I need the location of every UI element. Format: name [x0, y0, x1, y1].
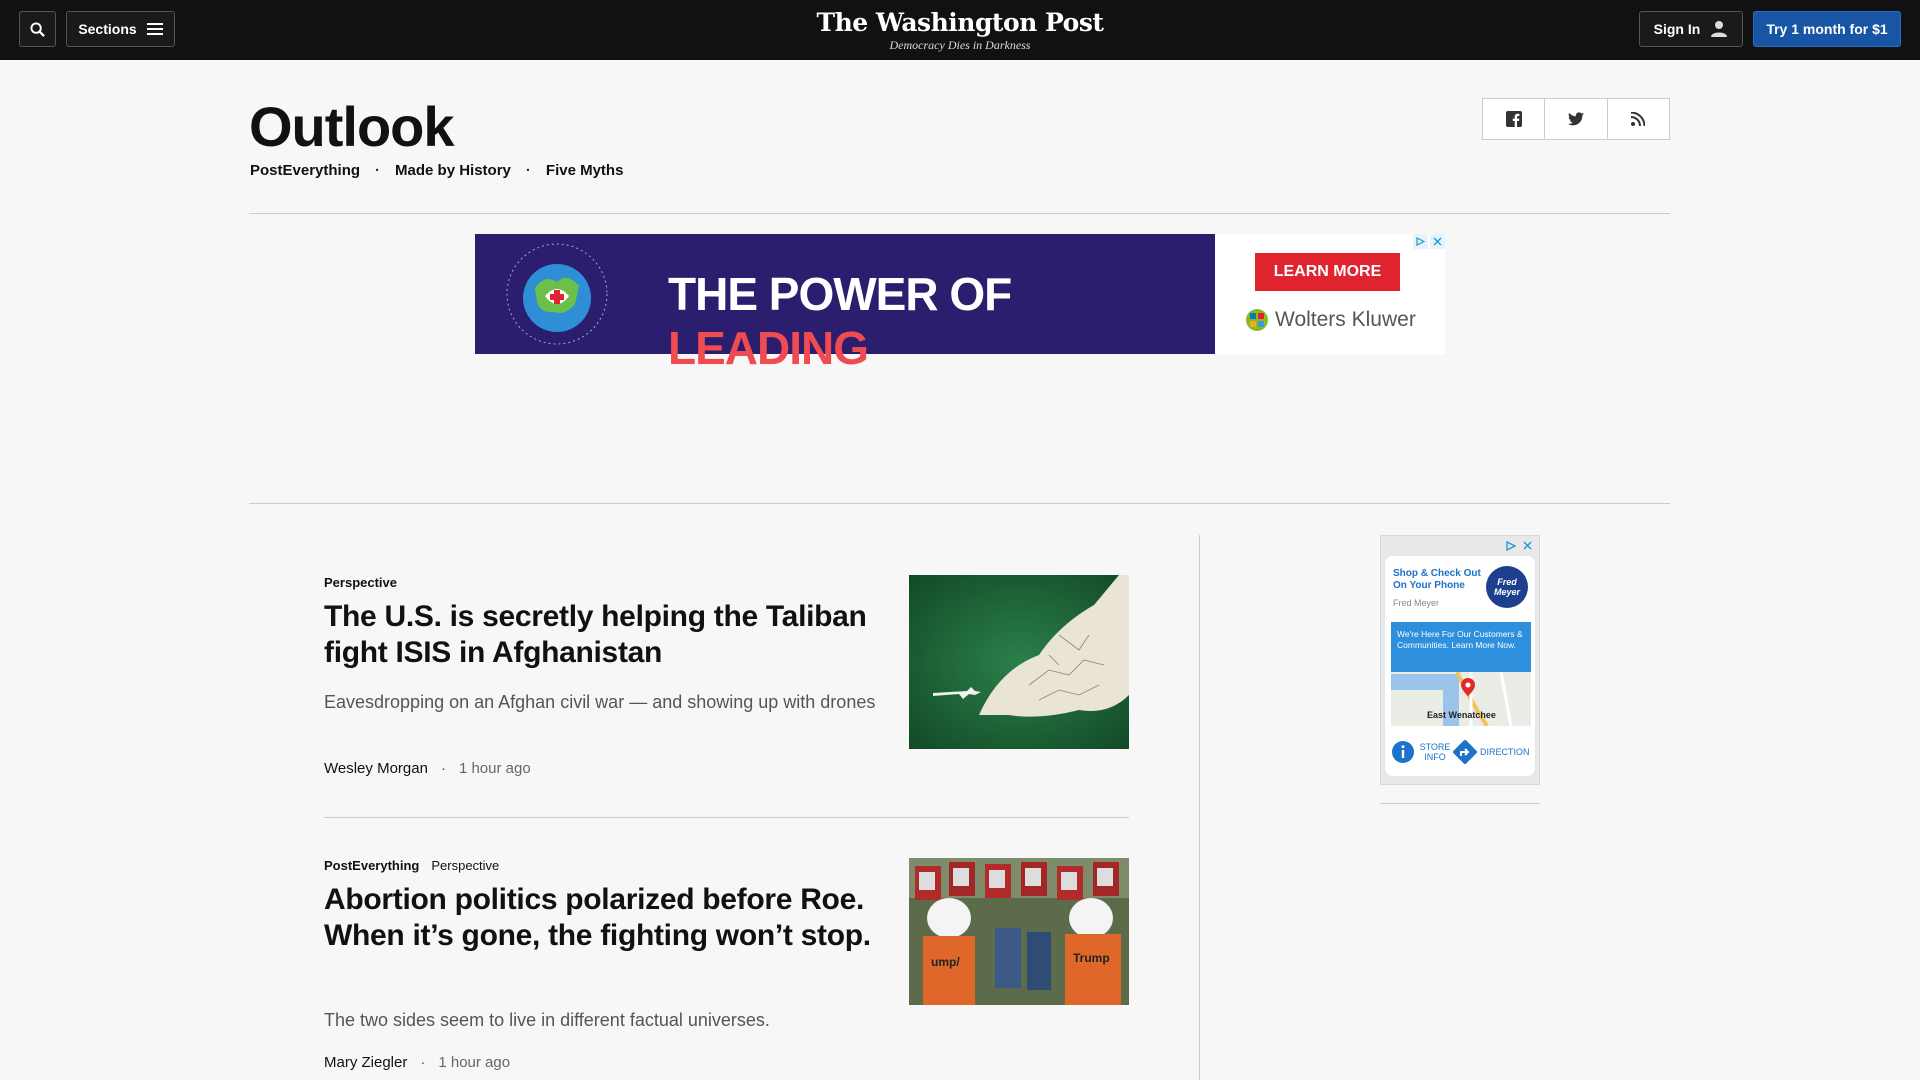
sign-in-button[interactable]: Sign In: [1639, 11, 1743, 47]
outlook-subnav: PostEverything · Made by History · Five …: [250, 162, 623, 179]
article-thumbnail[interactable]: [909, 575, 1129, 749]
top-navigation-bar: Sections The Washington Post Democracy D…: [0, 0, 1920, 60]
washington-post-logo[interactable]: The Washington Post: [760, 8, 1160, 38]
side-ad-advertiser: Fred Meyer: [1393, 598, 1440, 608]
subnav-separator: ·: [375, 162, 381, 179]
side-ad-actions: STORE INFO DIRECTIONS: [1391, 740, 1535, 764]
fred-meyer-logo: Fred Meyer: [1486, 566, 1528, 608]
ad-headline: THE POWER OF LEADING: [668, 268, 1012, 374]
share-buttons: [1482, 98, 1670, 140]
article-divider: [324, 817, 1129, 818]
side-ad-message: We're Here For Our Customers & Communiti…: [1391, 622, 1531, 672]
ad-advertiser: Wolters Kluwer: [1245, 308, 1416, 332]
kicker-label[interactable]: PostEverything: [324, 858, 419, 873]
facebook-icon: [1505, 111, 1522, 127]
masthead[interactable]: The Washington Post Democracy Dies in Da…: [760, 8, 1160, 52]
article-dek: The two sides seem to live in different …: [324, 1010, 770, 1030]
article-thumbnail[interactable]: ump/ Trump: [909, 858, 1129, 1005]
ad-brand-panel: LEARN MORE Wolters Kluwer: [1215, 234, 1445, 354]
masthead-tagline: Democracy Dies in Darkness: [889, 38, 1031, 52]
user-icon: [1711, 21, 1728, 37]
article-kicker: PostEverything Perspective: [324, 858, 499, 873]
author-name[interactable]: Mary Ziegler: [324, 1054, 407, 1071]
sidebar-advertisement[interactable]: Shop & Check Out On Your Phone Fred Meye…: [1380, 535, 1540, 785]
store-map[interactable]: We're Here For Our Customers & Communiti…: [1391, 622, 1531, 726]
search-button[interactable]: [19, 11, 56, 47]
subnav-item-five-myths[interactable]: Five Myths: [546, 162, 624, 179]
article-headline[interactable]: The U.S. is secretly helping the Taliban…: [324, 599, 884, 671]
map-place-name: East Wenatchee: [1427, 710, 1496, 720]
store-ad-card[interactable]: Shop & Check Out On Your Phone Fred Meye…: [1385, 556, 1535, 776]
twitter-icon: [1567, 112, 1584, 126]
subscribe-button[interactable]: Try 1 month for $1: [1753, 11, 1901, 47]
article-byline: Wesley Morgan · 1 hour ago: [324, 760, 531, 777]
afghanistan-map-drone-image: [909, 575, 1129, 749]
directions-link[interactable]: DIRECTIONS: [1480, 747, 1530, 757]
article-kicker: Perspective: [324, 575, 397, 590]
article-headline[interactable]: Abortion politics polarized before Roe. …: [324, 882, 884, 954]
search-icon: [30, 21, 45, 37]
sidebar-divider: [1380, 803, 1540, 804]
hamburger-menu-icon: [146, 23, 163, 35]
article-dek: Eavesdropping on an Afghan civil war — a…: [324, 692, 876, 712]
protest-photo-image: ump/ Trump: [909, 858, 1129, 1005]
subnav-separator: ·: [525, 162, 531, 179]
sections-menu-button[interactable]: Sections: [66, 11, 175, 47]
page-title: Outlook: [249, 95, 455, 158]
twitter-button[interactable]: [1545, 99, 1608, 139]
header-divider: [249, 213, 1670, 214]
article-card[interactable]: PostEverything Perspective Abortion poli…: [324, 858, 1129, 1080]
column-divider: [1199, 535, 1200, 1080]
sign-in-label: Sign In: [1653, 21, 1701, 37]
ad-brand-name: Wolters Kluwer: [1275, 308, 1416, 331]
facebook-button[interactable]: [1483, 99, 1546, 139]
kicker-label[interactable]: Perspective: [431, 858, 499, 873]
directions-icon[interactable]: [1453, 740, 1477, 764]
timestamp: 1 hour ago: [438, 1054, 511, 1071]
adchoices-icon[interactable]: [1503, 538, 1518, 553]
kicker-label[interactable]: Perspective: [324, 575, 397, 590]
close-ad-icon[interactable]: [1430, 234, 1445, 249]
ad-divider: [249, 503, 1670, 504]
side-ad-title: Shop & Check Out On Your Phone: [1393, 568, 1481, 591]
info-icon[interactable]: [1391, 740, 1415, 764]
svg-text:Trump: Trump: [1073, 951, 1110, 965]
timestamp: 1 hour ago: [458, 760, 531, 777]
ad-creative: THE POWER OF LEADING: [475, 234, 1215, 374]
adchoices-icon[interactable]: [1413, 234, 1428, 249]
author-name[interactable]: Wesley Morgan: [324, 760, 428, 777]
article-card[interactable]: Perspective The U.S. is secretly helping…: [324, 575, 1129, 790]
close-ad-icon[interactable]: [1520, 538, 1535, 553]
store-info-link[interactable]: STORE INFO: [1419, 742, 1451, 762]
subnav-item-posteverything[interactable]: PostEverything: [250, 162, 360, 179]
svg-text:ump/: ump/: [931, 955, 960, 969]
rss-button[interactable]: [1608, 99, 1669, 139]
advertisement-banner[interactable]: THE POWER OF LEADING LEARN MORE Wolters …: [475, 234, 1445, 374]
nurse-midwife-globe-icon: [506, 243, 608, 345]
sections-label: Sections: [78, 21, 137, 37]
adchoices[interactable]: [1503, 538, 1535, 553]
article-byline: Mary Ziegler · 1 hour ago: [324, 1054, 511, 1071]
adchoices[interactable]: [1413, 234, 1445, 249]
wolters-kluwer-logo-icon: [1246, 309, 1268, 331]
ad-learn-more-button[interactable]: LEARN MORE: [1255, 253, 1400, 291]
subnav-item-made-by-history[interactable]: Made by History: [395, 162, 511, 179]
rss-icon: [1631, 112, 1646, 126]
